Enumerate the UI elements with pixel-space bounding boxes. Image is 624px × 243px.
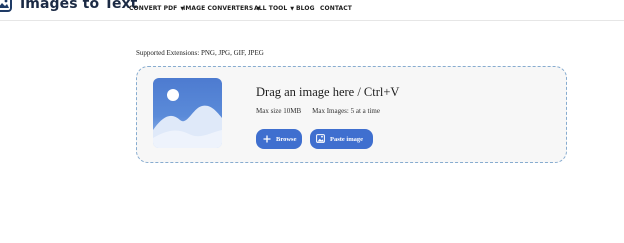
max-size-text: Max size 10MB — [256, 107, 302, 115]
browse-label: Browse — [276, 135, 297, 143]
top-navbar: Images to Text CONVERT PDF ▼ IMAGE CONVER… — [0, 0, 624, 21]
supported-extensions: Supported Extensions: PNG, JPG, GIF, JPE… — [136, 49, 264, 57]
drag-instruction: Drag an image here / Ctrl+V — [256, 85, 400, 99]
nav-label: CONVERT PDF — [129, 5, 178, 12]
nav-image-converters[interactable]: IMAGE CONVERTERS ▼ — [183, 5, 260, 12]
image-placeholder-icon — [153, 78, 222, 148]
max-images-text: Max Images: 5 at a time — [312, 107, 380, 115]
nav-label: CONTACT — [320, 5, 352, 12]
nav-label: BLOG — [296, 5, 315, 12]
brand-name[interactable]: Images to Text — [20, 0, 137, 12]
upload-limits: Max size 10MB Max Images: 5 at a time — [256, 107, 380, 115]
paste-image-button[interactable]: Paste image — [310, 129, 373, 149]
logo-icon[interactable] — [0, 0, 12, 12]
plus-icon — [263, 135, 271, 145]
chevron-down-icon: ▼ — [290, 5, 295, 12]
browse-button[interactable]: Browse — [256, 129, 302, 149]
nav-label: ALL TOOL — [254, 5, 288, 12]
nav-convert-pdf[interactable]: CONVERT PDF ▼ — [129, 5, 184, 12]
nav-all-tool[interactable]: ALL TOOL ▼ — [254, 5, 294, 12]
nav-blog[interactable]: BLOG — [296, 5, 315, 12]
paste-image-icon — [316, 134, 325, 145]
paste-label: Paste image — [330, 135, 364, 143]
nav-label: IMAGE CONVERTERS — [183, 5, 254, 12]
nav-contact[interactable]: CONTACT — [320, 5, 352, 12]
upload-dropzone[interactable]: Drag an image here / Ctrl+V Max size 10M… — [136, 66, 567, 163]
